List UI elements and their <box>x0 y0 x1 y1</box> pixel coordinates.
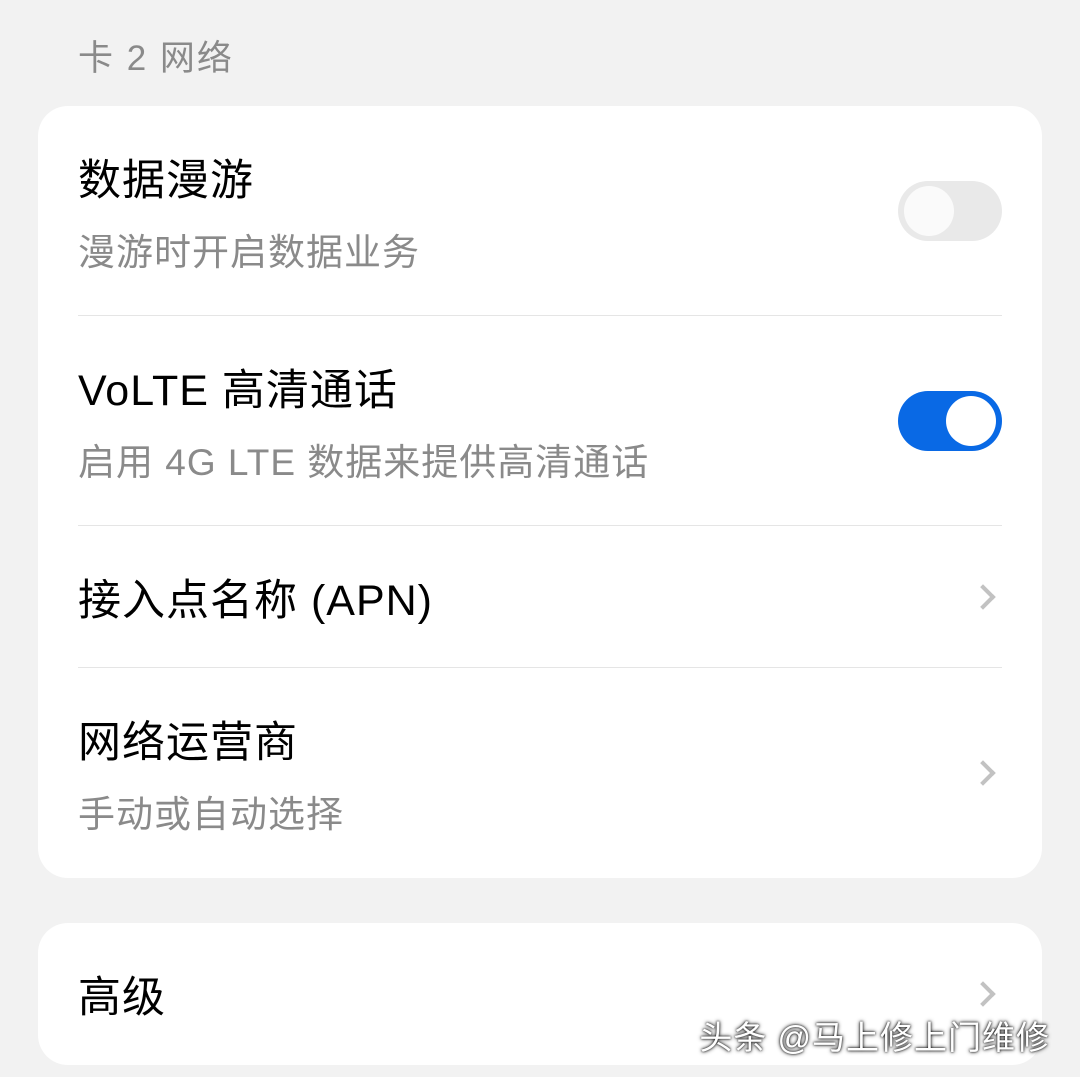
settings-group-1: 数据漫游 漫游时开启数据业务 VoLTE 高清通话 启用 4G LTE 数据来提… <box>38 106 1042 878</box>
row-text: VoLTE 高清通话 启用 4G LTE 数据来提供高清通话 <box>78 356 898 486</box>
apn-row[interactable]: 接入点名称 (APN) <box>38 526 1042 668</box>
row-title: 网络运营商 <box>78 708 974 770</box>
data-roaming-row[interactable]: 数据漫游 漫游时开启数据业务 <box>38 106 1042 316</box>
chevron-right-icon <box>970 981 995 1006</box>
volte-toggle[interactable] <box>898 391 1002 451</box>
row-subtitle: 漫游时开启数据业务 <box>78 222 898 276</box>
chevron-right-icon <box>970 584 995 609</box>
data-roaming-toggle[interactable] <box>898 181 1002 241</box>
chevron-right-icon <box>970 760 995 785</box>
toggle-knob <box>946 396 996 446</box>
row-subtitle: 启用 4G LTE 数据来提供高清通话 <box>78 432 898 486</box>
row-title: 接入点名称 (APN) <box>78 566 974 628</box>
row-text: 接入点名称 (APN) <box>78 566 974 628</box>
row-text: 数据漫游 漫游时开启数据业务 <box>78 146 898 276</box>
row-title: 数据漫游 <box>78 146 898 208</box>
watermark: 头条 @马上修上门维修 <box>699 1011 1050 1059</box>
row-subtitle: 手动或自动选择 <box>78 784 974 838</box>
section-header: 卡 2 网络 <box>0 0 1080 106</box>
carrier-row[interactable]: 网络运营商 手动或自动选择 <box>38 668 1042 878</box>
volte-row[interactable]: VoLTE 高清通话 启用 4G LTE 数据来提供高清通话 <box>38 316 1042 526</box>
row-title: VoLTE 高清通话 <box>78 356 898 418</box>
row-text: 网络运营商 手动或自动选择 <box>78 708 974 838</box>
toggle-knob <box>904 186 954 236</box>
